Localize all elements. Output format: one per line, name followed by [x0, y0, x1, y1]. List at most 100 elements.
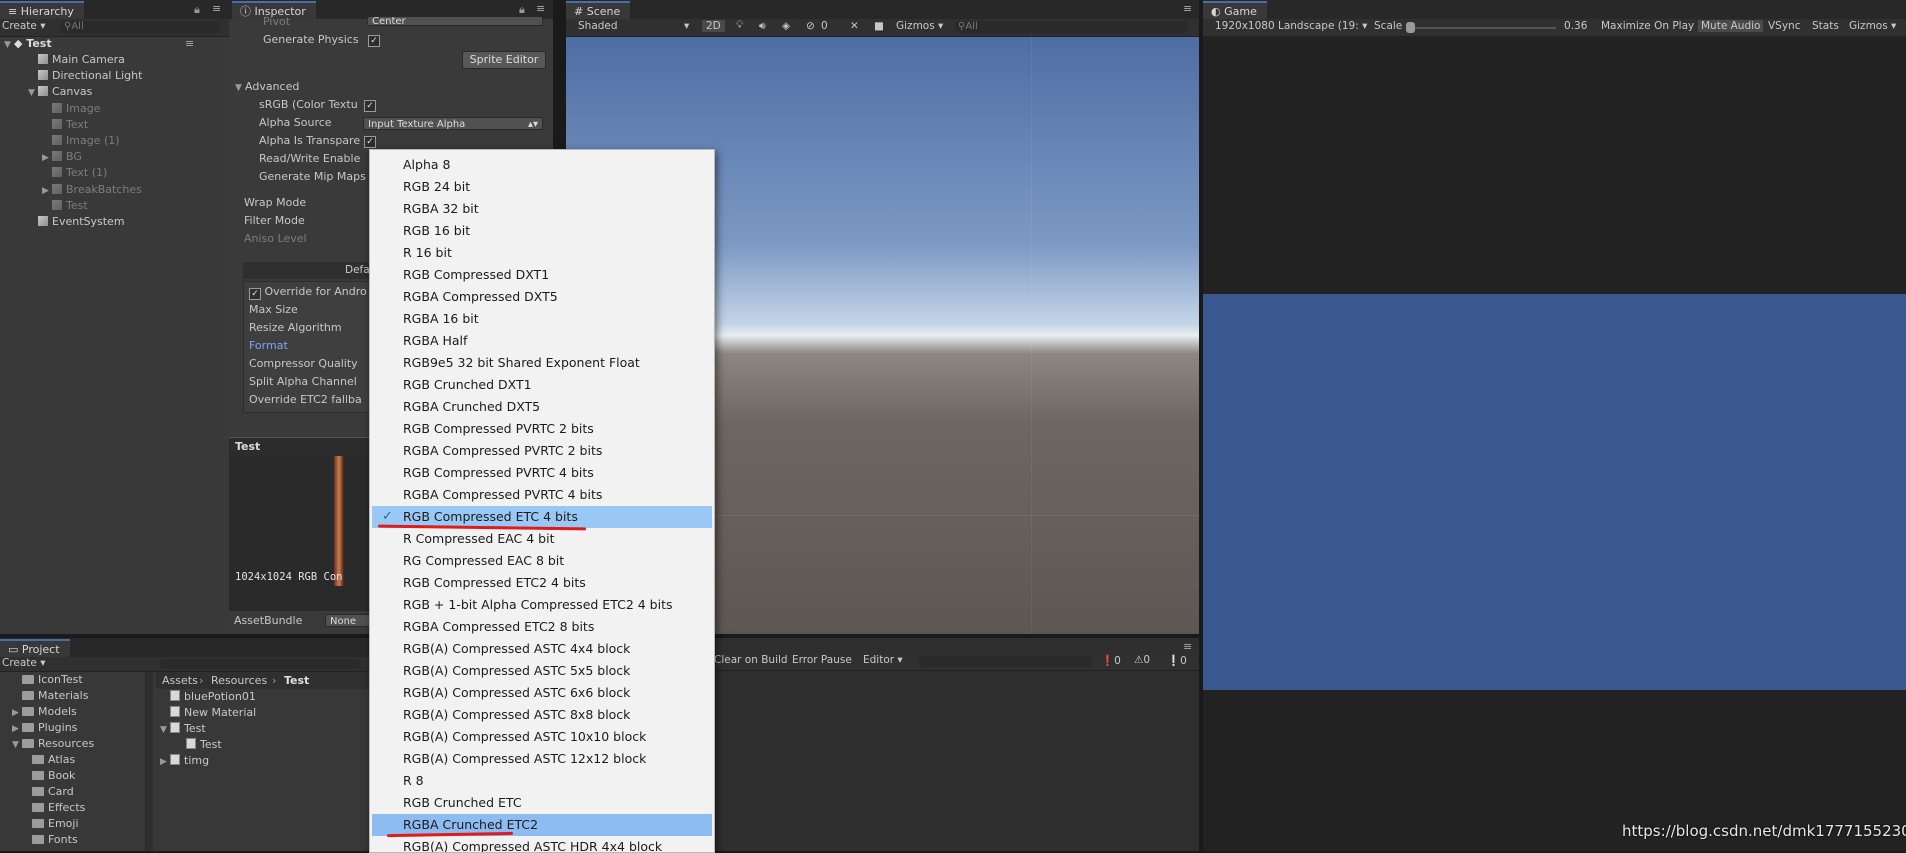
format-menu-item[interactable]: RGB(A) Compressed ASTC 4x4 block [372, 638, 712, 660]
warning-count-toggle[interactable]: ⚠0 [1134, 654, 1150, 666]
lock-icon[interactable]: 🔒︎ [194, 3, 200, 17]
project-folder[interactable]: ▼ Resources [12, 736, 94, 752]
tab-project[interactable]: ▭ Project [0, 639, 70, 657]
tab-scene[interactable]: # Scene [566, 1, 631, 19]
format-menu-item[interactable]: RGB Compressed PVRTC 4 bits [372, 462, 712, 484]
format-menu-item[interactable]: RGB(A) Compressed ASTC 5x5 block [372, 660, 712, 682]
format-menu-item[interactable]: RGB(A) Compressed ASTC 10x10 block [372, 726, 712, 748]
breadcrumb-test[interactable]: Test [284, 672, 309, 689]
project-folder[interactable]: Fonts [22, 832, 78, 848]
scale-slider-thumb[interactable] [1406, 22, 1415, 33]
format-menu-item[interactable]: RGB Crunched DXT1 [372, 374, 712, 396]
project-folder[interactable]: Atlas [22, 752, 75, 768]
error-pause-toggle[interactable]: Error Pause [792, 654, 852, 666]
srgb-checkbox[interactable]: ✓ [364, 100, 376, 112]
mute-audio-toggle[interactable]: Mute Audio [1698, 20, 1764, 32]
hierarchy-item[interactable]: Text [42, 117, 88, 133]
hierarchy-item[interactable]: EventSystem [28, 214, 125, 230]
mode-2d-button[interactable]: 2D [702, 20, 725, 32]
resolution-dropdown[interactable]: 1920x1080 Landscape (19: ▾ [1215, 20, 1367, 32]
alpha-transparency-checkbox[interactable]: ✓ [364, 136, 376, 148]
sprite-editor-button[interactable]: Sprite Editor [462, 51, 546, 69]
log-count-toggle[interactable]: ❕0 [1167, 654, 1187, 667]
format-menu-item[interactable]: RGB Compressed PVRTC 2 bits [372, 418, 712, 440]
project-folder[interactable]: ▶ Plugins [12, 720, 77, 736]
hierarchy-search-input[interactable]: ⚲All [60, 21, 220, 33]
create-dropdown[interactable]: Create ▾ [2, 657, 46, 669]
expand-arrow-icon[interactable]: ▼ [12, 737, 22, 753]
project-folder[interactable]: IconTest [12, 672, 83, 688]
hierarchy-item[interactable]: ▶ BreakBatches [42, 182, 142, 198]
vsync-toggle[interactable]: VSync [1768, 20, 1801, 32]
tab-default-platform[interactable]: Defa [345, 262, 370, 278]
format-menu-item[interactable]: R 16 bit [372, 242, 712, 264]
gizmos-dropdown[interactable]: Gizmos ▾ [896, 20, 943, 32]
project-folder[interactable]: Book [22, 768, 75, 784]
error-count-toggle[interactable]: ❗0 [1101, 654, 1121, 667]
tab-game[interactable]: ◐ Game [1203, 1, 1267, 19]
project-asset[interactable]: ▼ Test [160, 721, 206, 737]
hierarchy-item[interactable]: Test [42, 198, 88, 214]
breadcrumb-assets[interactable]: Assets [162, 672, 198, 689]
format-menu-item[interactable]: RGBA 32 bit [372, 198, 712, 220]
expand-arrow-icon[interactable]: ▼ [4, 37, 14, 53]
camera-icon[interactable]: ■ [874, 20, 884, 32]
tree-scrollbar[interactable] [145, 672, 153, 851]
format-menu-item[interactable]: RGB Crunched ETC [372, 792, 712, 814]
project-search-input[interactable] [160, 659, 360, 669]
format-menu-item[interactable]: RGB(A) Compressed ASTC HDR 4x4 block [372, 836, 712, 852]
audio-icon[interactable]: 🔊︎ [759, 20, 766, 33]
panel-menu-icon[interactable]: ≡ [536, 2, 545, 15]
hierarchy-item[interactable]: ▼ Canvas [28, 84, 92, 100]
expand-arrow-icon[interactable]: ▶ [42, 150, 52, 166]
override-android-checkbox[interactable]: ✓ [249, 288, 261, 300]
format-menu-item[interactable]: RGB Compressed DXT1 [372, 264, 712, 286]
expand-arrow-icon[interactable]: ▶ [12, 705, 22, 721]
hierarchy-item[interactable]: ▶ BG [42, 149, 82, 165]
format-menu-item[interactable]: RGB(A) Compressed ASTC 8x8 block [372, 704, 712, 726]
hierarchy-item[interactable]: Image (1) [42, 133, 120, 149]
project-folder[interactable]: Emoji [22, 816, 79, 832]
format-menu-item[interactable]: RGB 16 bit [372, 220, 712, 242]
format-menu-item[interactable]: RGB + 1-bit Alpha Compressed ETC2 4 bits [372, 594, 712, 616]
maximize-on-play-toggle[interactable]: Maximize On Play [1601, 20, 1694, 32]
alpha-source-select[interactable]: Input Texture Alpha ▴▾ [363, 117, 543, 130]
hierarchy-item[interactable]: Directional Light [28, 68, 142, 84]
breadcrumb-resources[interactable]: Resources [211, 672, 267, 689]
format-menu-item[interactable]: RGB Compressed ETC2 4 bits [372, 572, 712, 594]
format-menu-item[interactable]: RGBA Compressed ETC2 8 bits [372, 616, 712, 638]
format-menu-item[interactable]: RGB 24 bit [372, 176, 712, 198]
expand-arrow-icon[interactable]: ▶ [160, 754, 170, 770]
hierarchy-item[interactable]: Main Camera [28, 52, 125, 68]
panel-menu-icon[interactable]: ≡ [1183, 2, 1192, 15]
project-folder[interactable]: ▶ Models [12, 704, 77, 720]
format-menu-item[interactable]: RG Compressed EAC 8 bit [372, 550, 712, 572]
tab-hierarchy[interactable]: ≡ Hierarchy [0, 1, 84, 19]
format-menu-item[interactable]: R 8 [372, 770, 712, 792]
hidden-objects-icon[interactable]: ⊘ [806, 20, 815, 32]
lock-icon[interactable]: 🔒︎ [519, 3, 525, 17]
format-menu-item[interactable]: R Compressed EAC 4 bit [372, 528, 712, 550]
format-menu-item[interactable]: RGB9e5 32 bit Shared Exponent Float [372, 352, 712, 374]
asset-bundle-select[interactable]: None [325, 614, 375, 627]
scene-search-input[interactable]: ⚲All [954, 21, 1189, 33]
advanced-foldout[interactable]: ▼ Advanced [235, 79, 299, 95]
project-folder[interactable]: Card [22, 784, 74, 800]
console-search-input[interactable] [918, 656, 1093, 667]
project-asset[interactable]: New Material [160, 705, 256, 721]
game-view-render[interactable] [1203, 294, 1906, 690]
scene-root-row[interactable]: ▼ ◆ Test [4, 36, 52, 52]
format-menu-item[interactable]: RGBA Compressed DXT5 [372, 286, 712, 308]
panel-menu-icon[interactable]: ≡ [212, 2, 221, 15]
project-folder[interactable]: Materials [12, 688, 88, 704]
expand-arrow-icon[interactable]: ▶ [12, 721, 22, 737]
stats-toggle[interactable]: Stats [1812, 20, 1839, 32]
expand-arrow-icon[interactable]: ▶ [42, 183, 52, 199]
hierarchy-item[interactable]: Text (1) [42, 165, 107, 181]
project-folder[interactable]: Effects [22, 800, 85, 816]
effects-icon[interactable]: ◈ [782, 20, 790, 32]
project-asset[interactable]: ▶ timg [160, 753, 209, 769]
panel-menu-icon[interactable]: ≡ [1183, 640, 1192, 653]
gizmos-dropdown[interactable]: Gizmos ▾ [1849, 20, 1896, 32]
project-asset[interactable]: bluePotion01 [160, 689, 256, 705]
